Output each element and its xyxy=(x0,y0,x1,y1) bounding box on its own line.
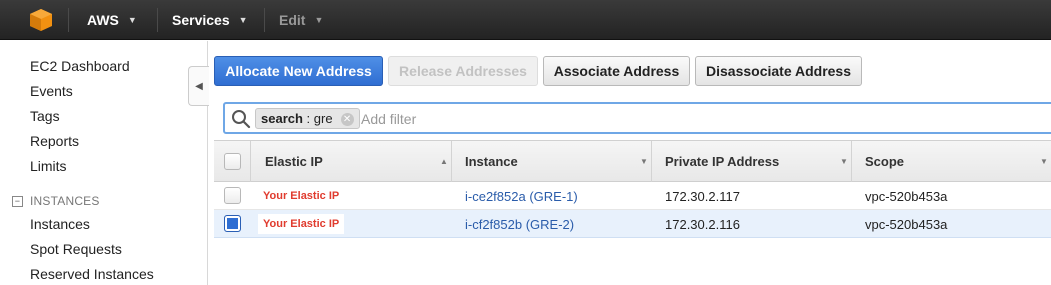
column-header-label: Instance xyxy=(465,154,518,169)
elastic-ip-cell: Your Elastic IP xyxy=(258,186,345,206)
search-filter-token[interactable]: search : gre ✕ xyxy=(255,108,360,129)
sidebar-section-instances[interactable]: − INSTANCES xyxy=(12,194,100,208)
sort-icon: ▼ xyxy=(640,157,648,166)
private-ip-cell: 172.30.2.116 xyxy=(665,216,740,232)
sidebar-item-limits[interactable]: Limits xyxy=(30,158,67,174)
row-checkbox[interactable] xyxy=(224,215,241,232)
sidebar-section-title: INSTANCES xyxy=(30,194,100,208)
select-all-checkbox[interactable] xyxy=(224,153,241,170)
column-divider xyxy=(250,141,251,182)
services-menu-label: Services xyxy=(172,12,230,28)
remove-token-icon[interactable]: ✕ xyxy=(340,113,354,126)
edit-menu[interactable]: Edit ▼ xyxy=(279,0,323,40)
table-header: Elastic IP ▲ Instance ▼ Private IP Addre… xyxy=(214,140,1051,182)
token-key: search xyxy=(261,111,303,126)
allocate-new-address-button[interactable]: Allocate New Address xyxy=(214,56,383,86)
column-header-private-ip[interactable]: Private IP Address ▼ xyxy=(665,141,851,182)
table-row[interactable]: Your Elastic IP i-cf2f852b (GRE-2) 172.3… xyxy=(214,210,1051,238)
nav-divider xyxy=(264,8,265,32)
column-header-instance[interactable]: Instance ▼ xyxy=(465,141,651,182)
column-divider xyxy=(651,141,652,182)
associate-address-button[interactable]: Associate Address xyxy=(543,56,690,86)
elastic-ip-table: Elastic IP ▲ Instance ▼ Private IP Addre… xyxy=(214,140,1051,238)
disassociate-address-button[interactable]: Disassociate Address xyxy=(695,56,862,86)
row-checkbox[interactable] xyxy=(224,187,241,204)
edit-menu-label: Edit xyxy=(279,12,306,28)
chevron-down-icon: ▼ xyxy=(127,15,137,25)
chevron-down-icon: ▼ xyxy=(238,15,248,25)
column-header-label: Scope xyxy=(865,154,905,169)
sidebar-item-instances[interactable]: Instances xyxy=(30,216,90,232)
filter-bar[interactable]: search : gre ✕ xyxy=(223,102,1051,134)
column-header-scope[interactable]: Scope ▼ xyxy=(865,141,1051,182)
chevron-left-icon: ◀ xyxy=(195,80,203,92)
column-header-label: Private IP Address xyxy=(665,154,780,169)
search-icon xyxy=(232,110,251,129)
nav-divider xyxy=(157,8,158,32)
sidebar-item-tags[interactable]: Tags xyxy=(30,108,60,124)
column-divider xyxy=(451,141,452,182)
sidebar-item-events[interactable]: Events xyxy=(30,83,73,99)
top-nav-bar: AWS ▼ Services ▼ Edit ▼ xyxy=(0,0,1051,40)
column-header-label: Elastic IP xyxy=(265,154,323,169)
instance-link[interactable]: i-cf2f852b (GRE-2) xyxy=(465,210,574,238)
token-value: gre xyxy=(313,111,333,126)
scope-cell: vpc-520b453a xyxy=(865,188,948,204)
aws-menu[interactable]: AWS ▼ xyxy=(87,0,137,40)
sort-ascending-icon: ▲ xyxy=(440,157,448,166)
sidebar-item-ec2-dashboard[interactable]: EC2 Dashboard xyxy=(30,58,130,74)
aws-cube-icon[interactable] xyxy=(29,8,53,32)
column-divider xyxy=(851,141,852,182)
sidebar-item-reports[interactable]: Reports xyxy=(30,133,79,149)
chevron-down-icon: ▼ xyxy=(314,15,324,25)
sidebar-item-reserved-instances[interactable]: Reserved Instances xyxy=(30,266,154,282)
sidebar-collapse-toggle[interactable]: ◀ xyxy=(188,66,209,106)
nav-divider xyxy=(68,8,69,32)
elastic-ip-cell: Your Elastic IP xyxy=(258,214,345,234)
add-filter-input[interactable] xyxy=(361,108,961,129)
table-row[interactable]: Your Elastic IP i-ce2f852a (GRE-1) 172.3… xyxy=(214,182,1051,210)
services-menu[interactable]: Services ▼ xyxy=(172,0,248,40)
sort-icon: ▼ xyxy=(840,157,848,166)
token-separator: : xyxy=(302,111,314,126)
sidebar: EC2 Dashboard Events Tags Reports Limits… xyxy=(0,41,208,285)
sidebar-item-spot-requests[interactable]: Spot Requests xyxy=(30,241,122,257)
instance-link[interactable]: i-ce2f852a (GRE-1) xyxy=(465,182,578,210)
column-header-elastic-ip[interactable]: Elastic IP ▲ xyxy=(265,141,451,182)
aws-menu-label: AWS xyxy=(87,12,119,28)
release-addresses-button[interactable]: Release Addresses xyxy=(388,56,538,86)
collapse-icon[interactable]: − xyxy=(12,195,23,207)
private-ip-cell: 172.30.2.117 xyxy=(665,188,740,204)
sort-icon: ▼ xyxy=(1040,157,1048,166)
scope-cell: vpc-520b453a xyxy=(865,216,948,232)
